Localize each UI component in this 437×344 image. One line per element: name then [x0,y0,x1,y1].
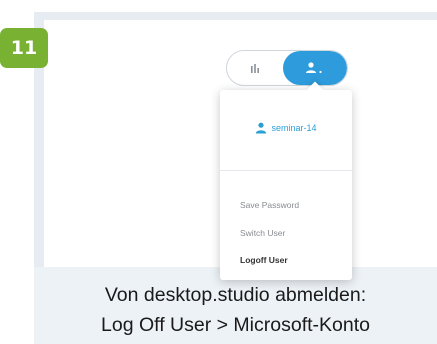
stats-button[interactable] [227,51,283,85]
menu-item-save-password[interactable]: Save Password [240,200,299,210]
user-menu-button[interactable] [283,51,347,85]
user-icon [256,122,267,134]
menu-item-logoff-user[interactable]: Logoff User [240,255,288,265]
step-number-badge: 11 [0,28,48,68]
bar-chart-icon [251,64,259,73]
caption-line-2: Log Off User > Microsoft-Konto [101,314,370,336]
app-screen: seminar-14 Save Password Switch User Log… [34,12,437,280]
caption-line-1: Von desktop.studio abmelden: [104,284,367,306]
username-label: seminar-14 [271,123,317,133]
view-toggle [226,50,348,86]
user-dropdown-menu: seminar-14 Save Password Switch User Log… [220,90,352,280]
user-icon [306,62,322,74]
screenshot-frame: seminar-14 Save Password Switch User Log… [34,12,437,344]
current-user: seminar-14 [220,122,352,134]
menu-item-switch-user[interactable]: Switch User [240,228,285,238]
caption: Von desktop.studio abmelden: Log Off Use… [34,280,437,340]
menu-divider [220,170,352,171]
